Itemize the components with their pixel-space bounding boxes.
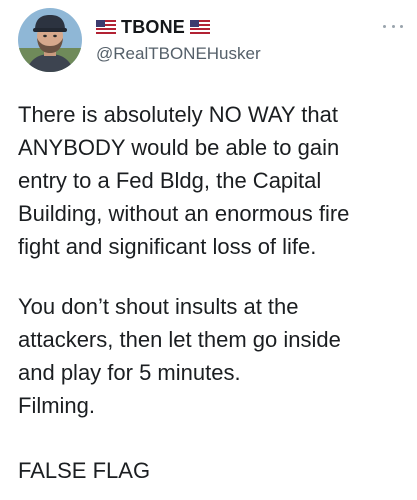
tweet-paragraph-3: FALSE FLAG: [18, 458, 151, 483]
us-flag-icon: [190, 20, 210, 34]
author-handle[interactable]: @RealTBONEHusker: [96, 44, 261, 64]
more-dot: [391, 24, 395, 28]
tweet-paragraph-2: You don’t shout insults at the attackers…: [18, 294, 341, 418]
avatar[interactable]: [18, 8, 82, 72]
us-flag-icon: [96, 20, 116, 34]
avatar-image: [18, 8, 82, 72]
more-dot: [400, 24, 403, 28]
more-options-icon[interactable]: [383, 22, 403, 30]
more-dot: [383, 24, 386, 28]
author-name-row[interactable]: TBONE: [96, 16, 261, 38]
tweet-card: TBONE @RealTBONEHusker There is absolute…: [0, 0, 417, 500]
tweet-header: TBONE @RealTBONEHusker: [96, 16, 261, 64]
tweet-paragraph-1: There is absolutely NO WAY that ANYBODY …: [18, 102, 350, 259]
author-display-name[interactable]: TBONE: [121, 17, 185, 38]
